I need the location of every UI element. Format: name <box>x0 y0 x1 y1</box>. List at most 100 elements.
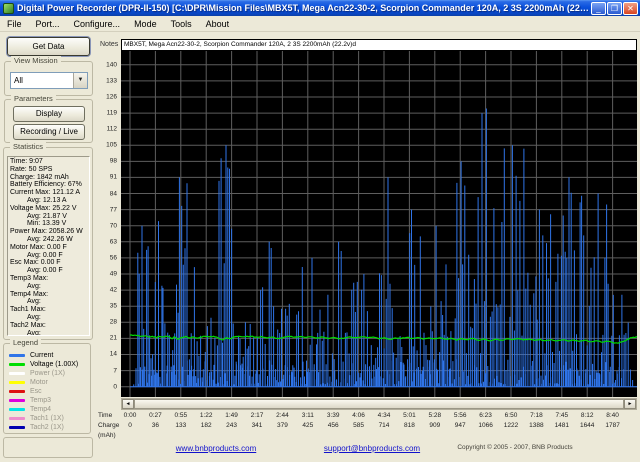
time-tick-label: 4:34 <box>377 412 391 419</box>
scroll-right-icon[interactable]: ► <box>624 399 636 409</box>
view-mission-group: View Mission All ▼ <box>4 56 93 96</box>
legend-item-power[interactable]: Power (1X) <box>9 369 88 378</box>
legend-swatch-icon <box>9 426 25 429</box>
menu-port[interactable]: Port... <box>29 18 67 30</box>
charge-tick-label: 714 <box>378 422 390 429</box>
legend-item-label: Motor <box>30 379 48 386</box>
legend-item-label: Temp4 <box>30 406 52 413</box>
charge-axis-row: Charge 0 36 133 182 243 341 379 425 456 585 714 818… <box>96 422 640 432</box>
y-tick-label: 70 <box>109 222 117 230</box>
app-window: Digital Power Recorder (DPR-II-150) [C:\… <box>0 0 640 462</box>
statistics-group: Statistics Time: 9:07 Rate: 50 SPS Charge:… <box>3 142 93 340</box>
menu-tools[interactable]: Tools <box>164 18 199 30</box>
time-tick-label: 3:11 <box>301 412 314 419</box>
footer: www.bnbproducts.com support@bnbproducts.… <box>96 444 640 460</box>
time-tick-label: 1:49 <box>225 412 238 419</box>
legend-items: Current Voltage (1.00X) Power (1X) Motor Esc… <box>9 351 88 432</box>
close-button[interactable]: ✕ <box>623 1 638 15</box>
legend-item-motor[interactable]: Motor <box>9 378 88 387</box>
scrollbar-thumb[interactable] <box>134 399 624 409</box>
time-axis-row: Time 0:00 0:27 0:55 1:22 1:49 2:17 2:44 3:11 3:3… <box>96 412 640 422</box>
time-tick-label: 1:22 <box>199 412 213 419</box>
legend-item-label: Esc <box>30 388 42 395</box>
chevron-down-icon[interactable]: ▼ <box>73 73 87 88</box>
charge-tick-label: 379 <box>276 422 288 429</box>
y-tick-label: 0 <box>113 383 117 391</box>
time-tick-label: 5:56 <box>453 412 467 419</box>
stat-line: Avg: <box>27 282 41 290</box>
legend-swatch-icon <box>9 417 25 420</box>
time-row-label: Time <box>98 412 113 419</box>
legend-item-current[interactable]: Current <box>9 351 88 360</box>
charge-tick-label: 1222 <box>503 422 519 429</box>
charge-row-label: Charge <box>98 422 120 429</box>
y-tick-label: 112 <box>106 125 117 133</box>
legend-item-label: Voltage (1.00X) <box>30 361 79 368</box>
charge-tick-label: 133 <box>175 422 187 429</box>
window-title: Digital Power Recorder (DPR-II-150) [C:\… <box>17 3 589 13</box>
legend-group: Legend Current Voltage (1.00X) Power (1X) M… <box>3 338 91 434</box>
y-tick-label: 14 <box>109 350 117 358</box>
stat-line: Voltage Max: 25.22 V <box>10 204 77 212</box>
chart-title: MBX5T, Mega Acn22-30-2, Scorpion Command… <box>121 39 637 51</box>
legend-item-voltage[interactable]: Voltage (1.00X) <box>9 360 88 369</box>
y-tick-label: 49 <box>109 270 117 278</box>
legend-swatch-icon <box>9 381 25 384</box>
legend-item-tach1[interactable]: Tach1 (1X) <box>9 414 88 423</box>
title-bar[interactable]: Digital Power Recorder (DPR-II-150) [C:\… <box>0 0 640 16</box>
time-tick-label: 0:00 <box>123 412 137 419</box>
chart-plot[interactable] <box>121 51 637 397</box>
charge-tick-label: 182 <box>200 422 212 429</box>
legend-item-tach2[interactable]: Tach2 (1X) <box>9 423 88 432</box>
restore-button[interactable]: ❐ <box>607 1 622 15</box>
y-tick-label: 105 <box>106 141 117 149</box>
stat-line: Min: 13.39 V <box>27 220 67 228</box>
display-button[interactable]: Display <box>13 106 85 122</box>
legend-item-temp3[interactable]: Temp3 <box>9 396 88 405</box>
legend-swatch-icon <box>9 372 25 375</box>
charge-tick-label: 947 <box>454 422 466 429</box>
time-tick-label: 2:44 <box>276 412 289 419</box>
horizontal-scrollbar[interactable]: ◄ ► <box>121 398 637 410</box>
y-tick-label: 126 <box>106 93 117 101</box>
stat-line: Avg: <box>27 329 41 336</box>
stat-line: Avg: <box>27 313 41 321</box>
app-icon <box>3 2 14 14</box>
notes-label: Notes <box>100 41 119 48</box>
time-tick-label: 8:40 <box>606 412 619 419</box>
recording-live-button[interactable]: Recording / Live <box>13 124 85 140</box>
stat-line: Avg: 0.00 F <box>27 251 63 259</box>
charge-tick-label: 909 <box>429 422 441 429</box>
menu-mode[interactable]: Mode <box>127 18 164 30</box>
legend-swatch-icon <box>9 390 25 393</box>
menu-file[interactable]: File <box>0 18 29 30</box>
menu-about[interactable]: About <box>199 18 237 30</box>
minimize-button[interactable]: _ <box>591 1 606 15</box>
time-tick-label: 8:12 <box>580 412 594 419</box>
y-tick-label: 98 <box>109 157 117 165</box>
statistics-label: Statistics <box>10 142 47 151</box>
legend-item-esc[interactable]: Esc <box>9 387 88 396</box>
charge-tick-label: 818 <box>403 422 415 429</box>
stat-line: Esc Max: 0.00 F <box>10 259 61 267</box>
statistics-panel: Time: 9:07 Rate: 50 SPS Charge: 1842 mAh Ba… <box>7 156 90 336</box>
menu-configure[interactable]: Configure... <box>67 18 128 30</box>
stat-line: Charge: 1842 mAh <box>10 173 69 181</box>
get-data-button[interactable]: Get Data <box>7 37 90 56</box>
scroll-left-icon[interactable]: ◄ <box>122 399 134 409</box>
parameters-label: Parameters <box>11 94 56 103</box>
time-tick-label: 0:55 <box>174 412 188 419</box>
charge-tick-label: 425 <box>302 422 314 429</box>
parameters-group: Parameters Display Recording / Live <box>4 94 93 143</box>
support-email-link[interactable]: support@bnbproducts.com <box>324 444 420 453</box>
mission-select[interactable]: All ▼ <box>10 72 88 89</box>
stat-line: Avg: 0.00 F <box>27 267 63 275</box>
legend-item-temp4[interactable]: Temp4 <box>9 405 88 414</box>
time-tick-label: 3:39 <box>326 412 340 419</box>
empty-group <box>3 437 93 458</box>
stat-line: Avg: 242.26 W <box>27 235 73 243</box>
time-tick-label: 5:28 <box>428 412 442 419</box>
legend-item-label: Power (1X) <box>30 370 66 377</box>
legend-swatch-icon <box>9 363 25 366</box>
website-link[interactable]: www.bnbproducts.com <box>176 444 256 453</box>
